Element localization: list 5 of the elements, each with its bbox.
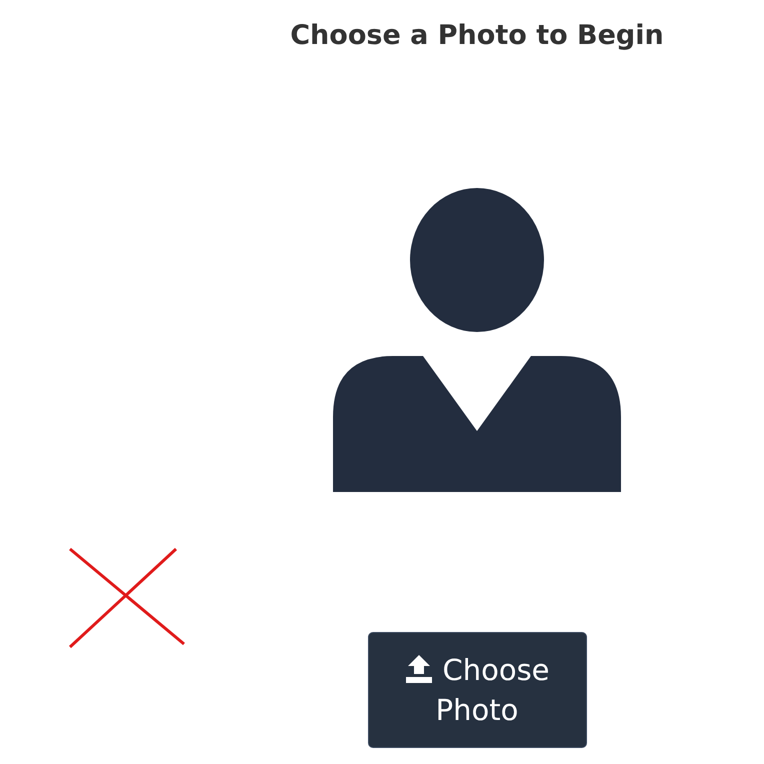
page-title: Choose a Photo to Begin (290, 19, 664, 53)
avatar-placeholder-icon (333, 187, 621, 492)
cross-icon (68, 547, 186, 649)
choose-photo-button[interactable]: Choose Photo (368, 632, 586, 748)
upload-icon (404, 653, 434, 683)
